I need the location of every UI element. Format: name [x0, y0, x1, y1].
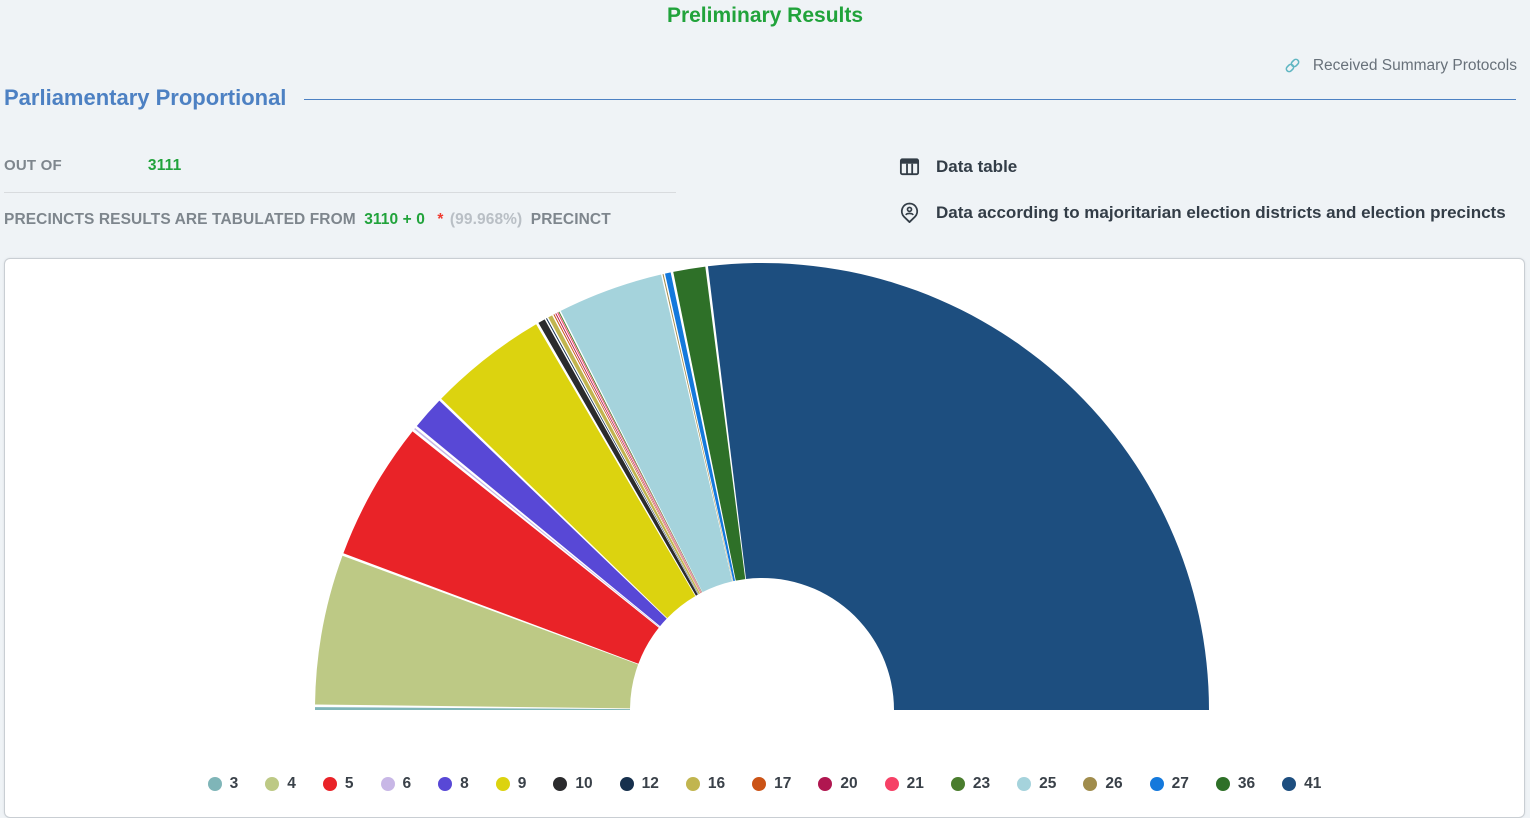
legend-dot — [496, 777, 510, 791]
legend-label: 12 — [642, 775, 659, 793]
legend-item-41[interactable]: 41 — [1282, 775, 1321, 793]
legend-dot — [951, 777, 965, 791]
majoritarian-data-label: Data according to majoritarian election … — [936, 203, 1506, 223]
legend-dot — [1282, 777, 1296, 791]
legend-dot — [381, 777, 395, 791]
legend-label: 5 — [345, 775, 354, 793]
section-header: Parliamentary Proportional — [4, 85, 1516, 111]
legend-dot — [620, 777, 634, 791]
legend-item-4[interactable]: 4 — [265, 775, 296, 793]
legend-dot — [818, 777, 832, 791]
legend-item-5[interactable]: 5 — [323, 775, 354, 793]
majoritarian-data-link[interactable]: Data according to majoritarian election … — [898, 201, 1506, 224]
legend-item-27[interactable]: 27 — [1150, 775, 1189, 793]
legend-item-26[interactable]: 26 — [1083, 775, 1122, 793]
page-title: Preliminary Results — [0, 4, 1530, 28]
legend-label: 36 — [1238, 775, 1255, 793]
legend-label: 25 — [1039, 775, 1056, 793]
out-of-value: 3111 — [148, 157, 182, 175]
legend-item-20[interactable]: 20 — [818, 775, 857, 793]
legend-item-23[interactable]: 23 — [951, 775, 990, 793]
info-links: Data table Data according to majoritaria… — [898, 155, 1506, 224]
chart-segment-41[interactable] — [708, 263, 1209, 710]
link-icon — [1283, 56, 1302, 75]
received-summary-protocols-link[interactable]: Received Summary Protocols — [1283, 56, 1517, 75]
legend-dot — [885, 777, 899, 791]
legend-label: 3 — [230, 775, 239, 793]
legend-dot — [1216, 777, 1230, 791]
legend-label: 21 — [907, 775, 924, 793]
section-title: Parliamentary Proportional — [4, 85, 286, 111]
tabulated-asterisk: * — [437, 211, 443, 228]
legend-label: 16 — [708, 775, 725, 793]
out-of-label: OUT OF — [4, 157, 62, 174]
legend-dot — [686, 777, 700, 791]
legend-label: 27 — [1172, 775, 1189, 793]
precinct-label: PRECINCT — [531, 211, 611, 228]
legend-dot — [553, 777, 567, 791]
legend-dot — [1083, 777, 1097, 791]
legend-label: 9 — [518, 775, 527, 793]
result-half-donut — [5, 259, 1524, 729]
out-of-row: OUT OF 3111 — [4, 157, 676, 193]
data-table-link[interactable]: Data table — [898, 155, 1506, 178]
legend-dot — [752, 777, 766, 791]
legend-item-6[interactable]: 6 — [381, 775, 412, 793]
received-summary-protocols-label: Received Summary Protocols — [1313, 57, 1517, 75]
legend-item-10[interactable]: 10 — [553, 775, 592, 793]
legend-label: 26 — [1105, 775, 1122, 793]
legend-dot — [208, 777, 222, 791]
legend-dot — [1017, 777, 1031, 791]
legend-item-16[interactable]: 16 — [686, 775, 725, 793]
chart-card: 3 4 5 6 8 9 10 12 16 17 20 21 23 25 26 27 36 41 — [4, 258, 1525, 818]
legend-label: 10 — [575, 775, 592, 793]
legend-label: 6 — [403, 775, 412, 793]
legend-item-12[interactable]: 12 — [620, 775, 659, 793]
legend-label: 23 — [973, 775, 990, 793]
legend-label: 20 — [840, 775, 857, 793]
data-table-label: Data table — [936, 157, 1017, 177]
legend-dot — [1150, 777, 1164, 791]
section-divider — [304, 99, 1516, 100]
legend-item-36[interactable]: 36 — [1216, 775, 1255, 793]
legend-item-21[interactable]: 21 — [885, 775, 924, 793]
legend-item-25[interactable]: 25 — [1017, 775, 1056, 793]
tabulated-percent: (99.968%) — [450, 211, 522, 228]
legend-label: 17 — [774, 775, 791, 793]
tabulated-label: PRECINCTS RESULTS ARE TABULATED FROM — [4, 211, 356, 228]
table-icon — [898, 155, 921, 178]
legend-item-9[interactable]: 9 — [496, 775, 527, 793]
legend-item-8[interactable]: 8 — [438, 775, 469, 793]
legend-label: 41 — [1304, 775, 1321, 793]
legend-dot — [265, 777, 279, 791]
legend-label: 8 — [460, 775, 469, 793]
location-pin-icon — [898, 201, 921, 224]
tabulated-row: PRECINCTS RESULTS ARE TABULATED FROM 311… — [4, 193, 676, 229]
legend-item-17[interactable]: 17 — [752, 775, 791, 793]
legend-label: 4 — [287, 775, 296, 793]
precinct-stats: OUT OF 3111 PRECINCTS RESULTS ARE TABULA… — [4, 157, 676, 229]
chart-legend: 3 4 5 6 8 9 10 12 16 17 20 21 23 25 26 27 36 41 — [5, 775, 1524, 793]
legend-dot — [323, 777, 337, 791]
legend-item-3[interactable]: 3 — [208, 775, 239, 793]
legend-dot — [438, 777, 452, 791]
tabulated-value: 3110 + 0 — [364, 211, 425, 228]
